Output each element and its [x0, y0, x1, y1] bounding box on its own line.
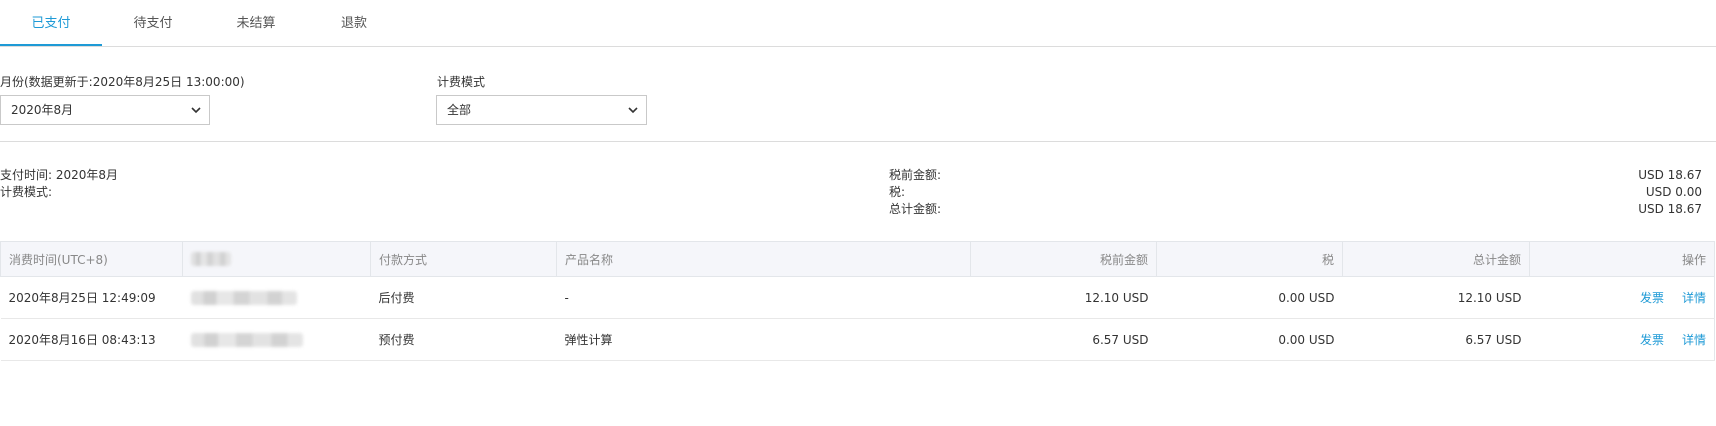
- orders-table: 消费时间(UTC+8) 付款方式 产品名称 税前金额 税 总计金额 操作 202…: [0, 241, 1715, 361]
- col-tax: 税: [1156, 241, 1343, 277]
- cell-redacted: [182, 276, 371, 319]
- total-amount-label: 总计金额:: [889, 202, 942, 216]
- pretax-amount-value: USD 18.67: [1638, 168, 1702, 182]
- cell-payment-method: 预付费: [370, 318, 557, 361]
- cell-actions: 发票 详情: [1529, 276, 1715, 319]
- redacted-header: [191, 252, 231, 267]
- chevron-down-icon: [628, 107, 638, 114]
- cell-payment-method: 后付费: [370, 276, 557, 319]
- invoice-link[interactable]: 发票: [1640, 291, 1664, 305]
- col-product-name: 产品名称: [556, 241, 971, 277]
- tax-value: USD 0.00: [1645, 185, 1702, 199]
- col-pretax-amount: 税前金额: [970, 241, 1157, 277]
- detail-link[interactable]: 详情: [1682, 291, 1706, 305]
- col-payment-method: 付款方式: [370, 241, 557, 277]
- billing-mode-filter-label: 计费模式: [437, 75, 486, 89]
- redacted-text: [190, 332, 303, 347]
- cell-time: 2020年8月25日 12:49:09: [0, 276, 183, 319]
- cell-pretax: 6.57 USD: [970, 318, 1157, 361]
- detail-link[interactable]: 详情: [1682, 333, 1706, 347]
- month-select-value: 2020年8月: [11, 103, 74, 117]
- cell-time: 2020年8月16日 08:43:13: [0, 318, 183, 361]
- total-amount-value: USD 18.67: [1638, 202, 1702, 216]
- col-consume-time: 消费时间(UTC+8): [0, 241, 183, 277]
- tab-paid[interactable]: 已支付: [0, 0, 102, 46]
- billing-mode-select-value: 全部: [447, 103, 472, 117]
- col-redacted: [182, 241, 371, 277]
- invoice-link[interactable]: 发票: [1640, 333, 1664, 347]
- cell-product-name: -: [556, 276, 971, 319]
- chevron-down-icon: [191, 107, 201, 114]
- tab-pending-payment[interactable]: 待支付: [102, 0, 204, 46]
- pay-time-text: 支付时间: 2020年8月: [0, 168, 119, 182]
- redacted-text: [190, 290, 297, 305]
- pretax-amount-label: 税前金额:: [889, 168, 942, 182]
- tab-bar: 已支付 待支付 未结算 退款: [0, 0, 1716, 47]
- cell-tax: 0.00 USD: [1156, 318, 1343, 361]
- divider: [0, 141, 1716, 142]
- col-total-amount: 总计金额: [1342, 241, 1530, 277]
- billing-mode-text: 计费模式:: [0, 185, 53, 199]
- table-row: 2020年8月16日 08:43:13 预付费 弹性计算 6.57 USD 0.…: [0, 318, 1715, 361]
- tab-unsettled[interactable]: 未结算: [204, 0, 308, 46]
- month-select[interactable]: 2020年8月: [0, 95, 210, 125]
- tab-refund[interactable]: 退款: [308, 0, 400, 46]
- tax-label: 税:: [889, 185, 906, 199]
- table-row: 2020年8月25日 12:49:09 后付费 - 12.10 USD 0.00…: [0, 276, 1715, 319]
- cell-actions: 发票 详情: [1529, 318, 1715, 361]
- table-header-row: 消费时间(UTC+8) 付款方式 产品名称 税前金额 税 总计金额 操作: [0, 241, 1715, 277]
- cell-product-name: 弹性计算: [556, 318, 971, 361]
- cell-total: 6.57 USD: [1342, 318, 1530, 361]
- month-filter-label: 月份(数据更新于:2020年8月25日 13:00:00): [0, 75, 245, 89]
- col-actions: 操作: [1529, 241, 1715, 277]
- cell-redacted: [182, 318, 371, 361]
- billing-mode-select[interactable]: 全部: [436, 95, 647, 125]
- cell-total: 12.10 USD: [1342, 276, 1530, 319]
- cell-pretax: 12.10 USD: [970, 276, 1157, 319]
- cell-tax: 0.00 USD: [1156, 276, 1343, 319]
